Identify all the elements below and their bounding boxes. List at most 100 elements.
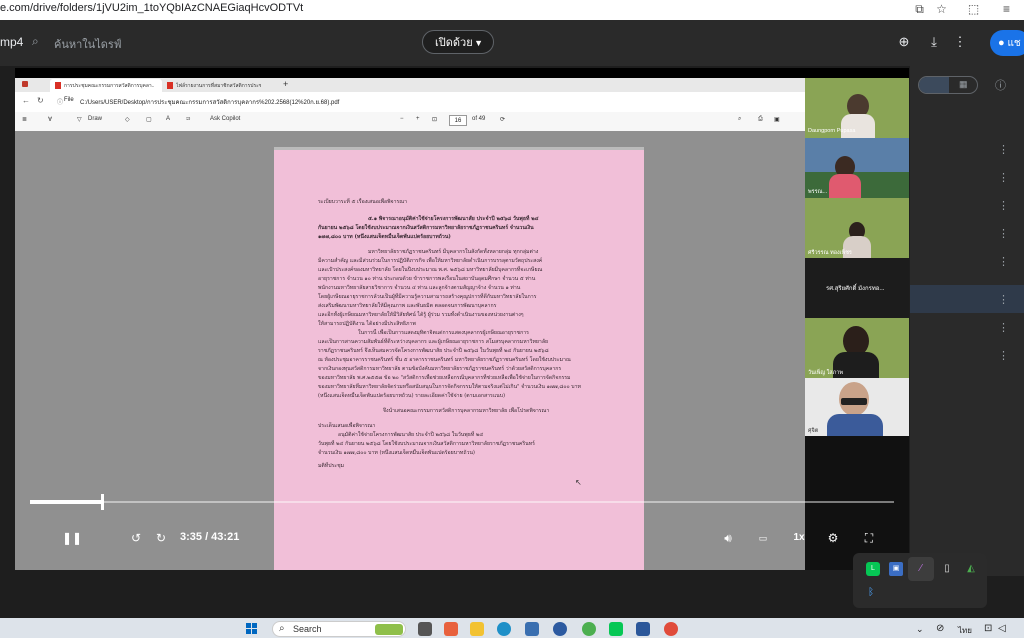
toc-icon: ≣	[22, 117, 28, 123]
view-toggle[interactable]: ▦	[918, 76, 978, 94]
fullscreen-icon[interactable]: ⛶	[861, 530, 877, 546]
pdf-text-line: ราชภัฏราชนครินทร์ จึงเห็นสมควรจัดโครงการ…	[318, 348, 549, 354]
drive-sync-icon[interactable]: ◭	[964, 562, 978, 576]
pdf-text-line: มหาวิทยาลัยราชภัฏราชนครินทร์ มีบุคลากรใน…	[368, 249, 539, 255]
pdf-toolbar	[15, 112, 805, 132]
participant-name: ศรีวรรณ ทองเพ็ชร	[808, 250, 852, 256]
edge-url: C:/Users/USER/Desktop/การประชุมคณะกรรมกา…	[80, 100, 340, 106]
mouse-cursor-icon: ↖	[575, 478, 582, 487]
copilot-icon[interactable]	[444, 622, 458, 636]
extensions-icon[interactable]: ⬚	[967, 3, 980, 16]
line-icon[interactable]: L	[866, 562, 880, 576]
task-view-icon[interactable]	[418, 622, 432, 636]
row-more-icon[interactable]: ⋮	[998, 199, 1009, 212]
pdf-text-line: และอีกทั้งผู้เกษียณมหาวิทยาลัยให้มีวิสัย…	[318, 312, 524, 318]
read-aloud-icon: A	[166, 116, 171, 122]
search-highlight-image	[375, 624, 403, 635]
participant-name: ศุจิต	[808, 428, 819, 434]
pen-icon[interactable]: ⁄	[914, 562, 928, 576]
edge-tab2-title: ไฟล์รายงานการที่สมาชิกสวัสดิการประชุมคร.…	[176, 83, 261, 89]
taskbar-search[interactable]: ⌕ Search	[272, 621, 406, 637]
line-icon[interactable]	[609, 622, 623, 636]
row-more-icon[interactable]: ⋮	[998, 255, 1009, 268]
row-more-icon[interactable]: ⋮	[998, 321, 1009, 334]
app-icon[interactable]	[582, 622, 596, 636]
rewind-10-icon[interactable]: ↺	[128, 530, 144, 546]
back-icon: ←	[22, 96, 30, 105]
pdf-text-line: วันพุธที่ ๒๔ กันยายน ๒๕๖๘ โดยใช้งบประมาณ…	[318, 441, 535, 447]
input-language-label[interactable]: ไทย	[958, 624, 972, 637]
globe-icon: ●	[998, 37, 1005, 49]
pdf-icon	[55, 82, 61, 89]
add-to-drive-icon[interactable]: ⊕	[896, 34, 912, 50]
file-explorer-icon[interactable]	[470, 622, 484, 636]
time-display: 3:35 / 43:21	[180, 531, 240, 543]
page-number-input: 16	[449, 115, 467, 126]
row-more-icon[interactable]: ⋮	[998, 143, 1009, 156]
list-view-icon[interactable]	[919, 77, 949, 93]
search-icon[interactable]: ⌕	[32, 34, 39, 49]
video-top-strip	[15, 68, 909, 78]
progress-handle[interactable]	[101, 494, 104, 510]
grid-view-icon[interactable]: ▦	[959, 79, 968, 90]
progress-bar[interactable]	[30, 501, 894, 503]
search-icon: ⌕	[738, 116, 742, 122]
open-with-label: เปิดด้วย	[435, 37, 473, 49]
pdf-text-line: กันยายน ๒๕๖๘ โดยใช้งบประมาณจากเงินสวัสดิ…	[318, 225, 534, 231]
download-icon[interactable]: ⤓	[926, 34, 942, 50]
participant-tile	[805, 378, 909, 436]
drive-file-list-background	[910, 66, 1024, 576]
pdf-text-line: มีความสำคัญ และมีส่วนร่วมในการปฏิบัติภาร…	[318, 258, 543, 264]
pause-button[interactable]: ❚❚	[62, 530, 82, 546]
pdf-icon	[167, 82, 173, 89]
row-more-icon[interactable]: ⋮	[998, 227, 1009, 240]
mic-muted-icon[interactable]: ⊘	[936, 623, 944, 634]
forward-10-icon[interactable]: ↻	[153, 530, 169, 546]
pdf-text-line: ณ ห้องประชุมอาคารราชนครินทร์ ชั้น ๕ อาคา…	[318, 357, 571, 363]
row-more-icon[interactable]: ⋮	[998, 293, 1009, 306]
participant-name: พรรณ...	[808, 189, 828, 195]
reading-list-icon[interactable]: ≡	[1000, 3, 1013, 16]
app-icon[interactable]	[553, 622, 567, 636]
search-placeholder[interactable]: ค้นหาในไดรฟ์	[54, 35, 122, 53]
info-icon: ⓘ	[57, 100, 64, 106]
pdf-text-line: ของมหาวิทยาลัย พ.ศ.๒๕๕๗ ข้อ ๒๐ "สวัสดิกา…	[318, 375, 571, 381]
pdf-text-line: ประเด็นเสนอเพื่อพิจารณา	[318, 423, 376, 429]
captions-icon[interactable]: ▭	[755, 530, 771, 546]
row-more-icon[interactable]: ⋮	[998, 349, 1009, 362]
taskbar-search-label: Search	[293, 624, 322, 634]
word-icon[interactable]	[636, 622, 650, 636]
info-icon[interactable]: ⓘ	[995, 77, 1006, 93]
participant-name: วันเพ็ญ ใสภาพ	[808, 370, 843, 376]
network-icon[interactable]: ⊡	[984, 623, 992, 634]
bluetooth-icon[interactable]: ᛒ	[864, 586, 878, 600]
translate-icon: ශ	[186, 116, 191, 122]
cast-icon[interactable]: ⧉	[913, 3, 926, 16]
usb-icon[interactable]: ▯	[940, 562, 954, 576]
edge-icon[interactable]	[497, 622, 511, 636]
windows-taskbar	[0, 618, 1024, 638]
more-actions-icon[interactable]: ⋮	[952, 34, 968, 50]
pdf-text-line: ให้สามารถปฏิบัติงาน ได้อย่างมีประสิทธิภา…	[318, 321, 416, 327]
store-icon[interactable]	[525, 622, 539, 636]
bookmark-star-icon[interactable]: ☆	[935, 3, 948, 16]
volume-icon[interactable]: ◁	[998, 623, 1006, 634]
windows-start-icon[interactable]	[246, 623, 258, 635]
settings-gear-icon[interactable]: ⚙	[825, 530, 841, 546]
volume-icon[interactable]: 🔊︎	[720, 530, 736, 546]
share-button[interactable]: ● แช	[990, 30, 1024, 56]
playback-speed-button[interactable]: 1x	[788, 530, 810, 546]
zoom-out-icon: −	[400, 116, 404, 122]
app-icon[interactable]: ▣	[889, 562, 903, 576]
edge-tab1-title: การประชุมคณะกรรมการสวัสดิการบุคลา...	[64, 83, 154, 89]
chrome-icon[interactable]	[664, 622, 678, 636]
open-with-button[interactable]: เปิดด้วย ▼	[422, 30, 494, 54]
edge-profile-icon	[22, 81, 28, 87]
page-view-icon: ▢	[146, 117, 152, 123]
row-more-icon[interactable]: ⋮	[998, 171, 1009, 184]
print-icon: ⎙	[758, 116, 763, 122]
pdf-text-block: ระเบียบวาระที่ ๕ เรื่องเสนอเพื่อพิจารณา๕…	[318, 198, 608, 471]
address-url[interactable]: e.com/drive/folders/1jVU2im_1toYQbIAzCNA…	[0, 2, 303, 14]
chevron-up-icon[interactable]: ⌄	[916, 624, 924, 635]
draw-icon: ▽	[77, 117, 82, 123]
